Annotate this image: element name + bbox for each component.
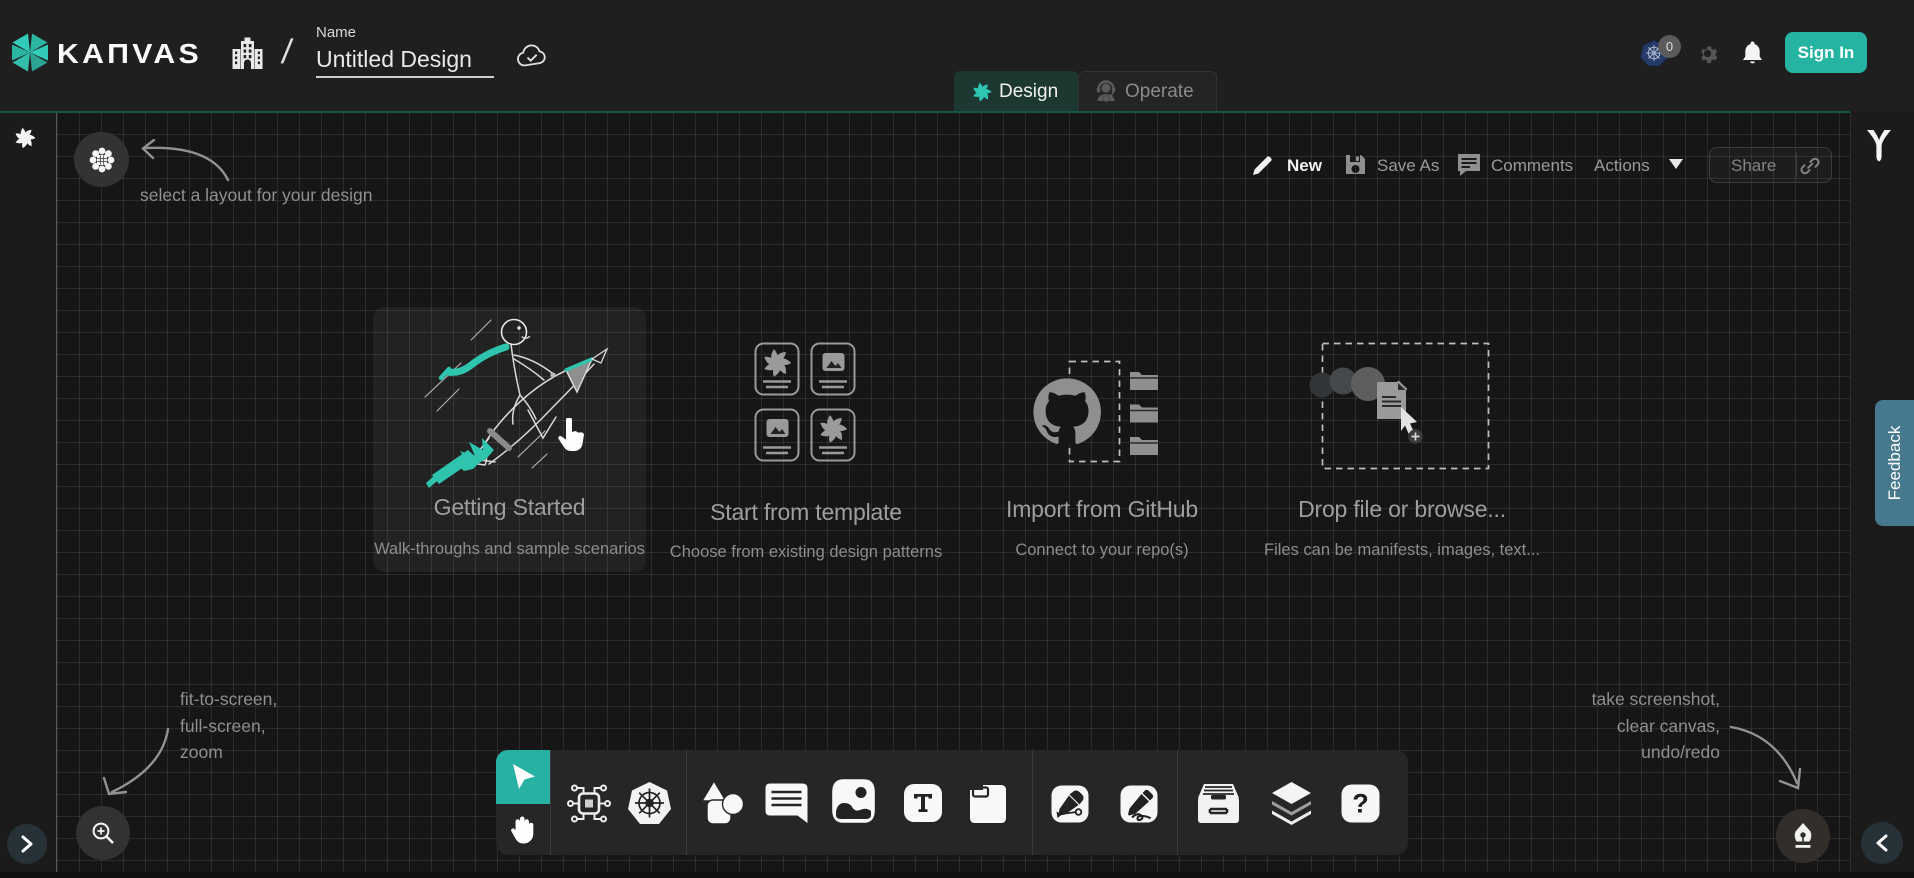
svg-text:?: ? (1352, 789, 1369, 819)
